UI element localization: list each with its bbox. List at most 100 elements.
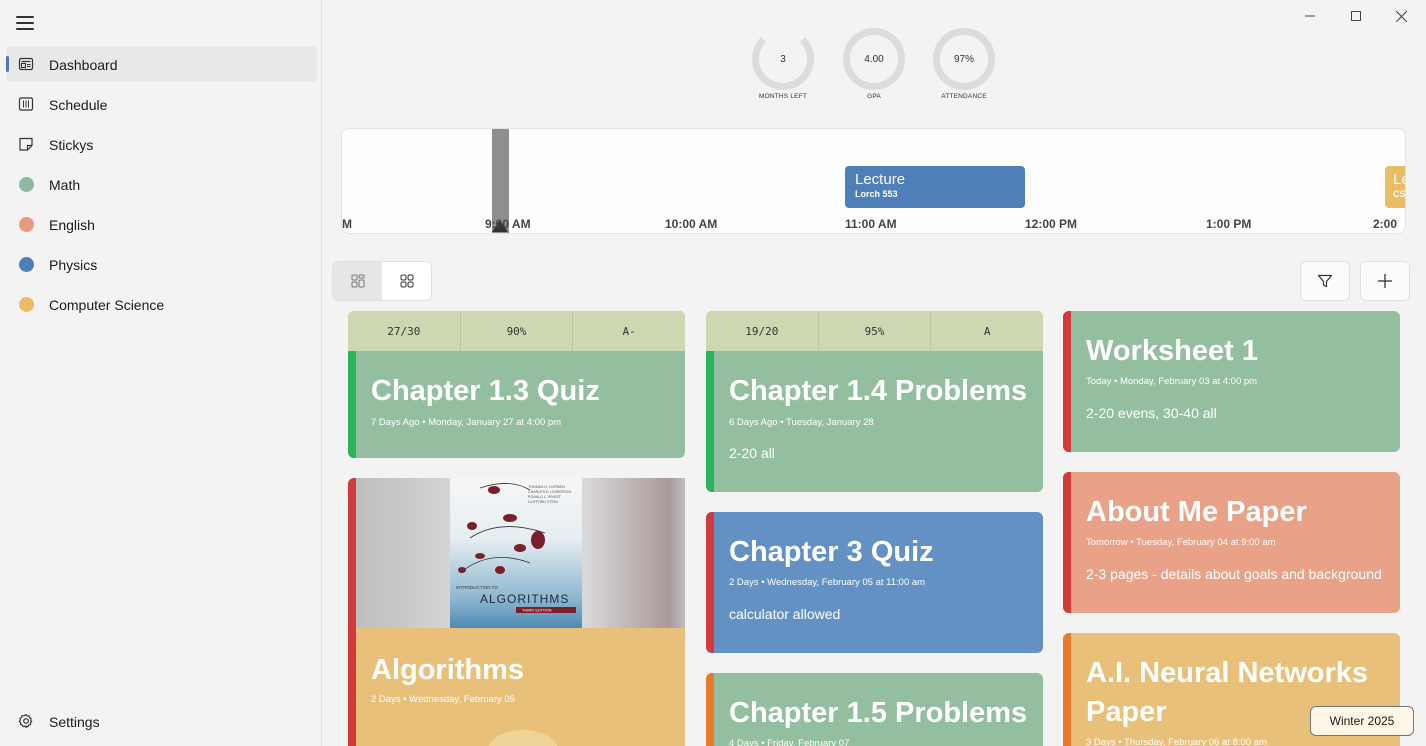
assignment-card-worksheet-1[interactable]: Worksheet 1 Today • Monday, February 03 … (1063, 311, 1400, 452)
term-badge[interactable]: Winter 2025 (1310, 706, 1414, 736)
assignment-card-chapter-1-4-problems[interactable]: 19/20 95% A Chapter 1.4 Problems 6 Days … (706, 311, 1043, 492)
timeline-tick: M (342, 217, 352, 231)
timeline-event-lecture[interactable]: Lecture Lorch 553 (845, 166, 1025, 208)
card-stripe (348, 478, 356, 746)
sidebar-item-label: Math (49, 177, 81, 193)
sidebar: Dashboard Schedule Stickys Math English … (0, 0, 322, 746)
assignment-card-chapter-1-3-quiz[interactable]: 27/30 90% A- Chapter 1.3 Quiz 7 Days Ago… (348, 311, 685, 458)
months-left-stat: 3 MONTHS LEFT (748, 28, 818, 100)
attendance-stat: 97% ATTENDANCE (929, 28, 999, 100)
calendar-icon (18, 96, 34, 112)
minimize-button[interactable] (1295, 6, 1325, 26)
card-title: Chapter 1.3 Quiz (371, 375, 600, 407)
card-meta: 3 Days • Thursday, February 06 at 8:00 a… (1086, 737, 1267, 746)
svg-text:INTRODUCTION TO: INTRODUCTION TO (456, 585, 498, 590)
event-subtitle: CS (1393, 189, 1406, 199)
svg-text:RONALD L. RIVEST: RONALD L. RIVEST (528, 495, 562, 499)
sidebar-item-label: Physics (49, 257, 98, 273)
card-meta: 2 Days • Wednesday, February 05 (371, 694, 515, 705)
score-points: 19/20 (706, 311, 819, 351)
card-description: 2-20 evens, 30-40 all (1086, 405, 1217, 421)
sidebar-item-english[interactable]: English (6, 206, 317, 242)
filter-icon (1317, 274, 1333, 288)
event-subtitle: Lorch 553 (855, 189, 898, 199)
score-row: 19/20 95% A (706, 311, 1043, 351)
grid-view-button[interactable] (382, 262, 431, 300)
sidebar-item-label: Dashboard (49, 57, 118, 73)
close-button[interactable] (1386, 6, 1416, 26)
settings-label: Settings (49, 714, 100, 730)
sidebar-item-stickys[interactable]: Stickys (6, 126, 317, 162)
card-title: Chapter 1.5 Problems (729, 697, 1028, 729)
timeline-tick: 9:00 AM (485, 217, 531, 231)
filter-button[interactable] (1300, 261, 1350, 301)
plus-icon (1378, 274, 1392, 288)
sidebar-item-dashboard[interactable]: Dashboard (6, 46, 317, 82)
add-button[interactable] (1360, 261, 1410, 301)
assignment-card-about-me-paper[interactable]: About Me Paper Tomorrow • Tuesday, Febru… (1063, 472, 1400, 613)
card-description: calculator allowed (729, 606, 841, 622)
card-decoration (488, 730, 558, 746)
sidebar-item-label: Stickys (49, 137, 94, 153)
card-description: 2-3 pages - details about goals and back… (1086, 566, 1382, 582)
card-stripe (1063, 472, 1071, 613)
card-title: About Me Paper (1086, 496, 1307, 528)
attendance-ring: 97% (933, 28, 995, 90)
sidebar-item-schedule[interactable]: Schedule (6, 86, 317, 122)
score-row: 27/30 90% A- (348, 311, 685, 351)
timeline-tick: 11:00 AM (845, 217, 897, 231)
event-title: Le (1393, 171, 1405, 188)
stat-label: MONTHS LEFT (758, 93, 808, 100)
physics-color-dot (18, 256, 34, 272)
card-title: Algorithms (371, 654, 525, 686)
svg-text:THOMAS H. CORMEN: THOMAS H. CORMEN (528, 485, 565, 489)
math-color-dot (18, 176, 34, 192)
sticky-note-icon (18, 136, 34, 152)
schedule-timeline[interactable]: M 9:00 AM 10:00 AM 11:00 AM 12:00 PM 1:0… (341, 128, 1406, 234)
timeline-tick: 12:00 PM (1025, 217, 1078, 231)
timeline-tick: 2:00 (1373, 217, 1398, 231)
gear-icon (18, 713, 34, 729)
sidebar-item-label: English (49, 217, 95, 233)
score-grade: A- (622, 324, 636, 338)
card-meta: 6 Days Ago • Tuesday, January 28 (729, 417, 874, 428)
grid-view-icon (400, 274, 413, 288)
sidebar-item-computer-science[interactable]: Computer Science (6, 286, 317, 322)
card-title: Chapter 1.4 Problems (729, 375, 1028, 407)
timeline-tick: 10:00 AM (665, 217, 718, 231)
svg-text:CLIFFORD STEIN: CLIFFORD STEIN (528, 500, 558, 504)
score-grade: A (983, 324, 991, 338)
card-stripe (1063, 633, 1071, 746)
maximize-button[interactable] (1341, 6, 1371, 26)
view-toggle[interactable] (332, 261, 432, 301)
card-title: Worksheet 1 (1086, 335, 1258, 367)
hamburger-menu-icon[interactable] (16, 16, 34, 30)
computer-science-color-dot (18, 296, 34, 312)
sidebar-item-label: Computer Science (49, 297, 165, 313)
card-meta: Tomorrow • Tuesday, February 04 at 9:00 … (1086, 537, 1276, 548)
card-stripe (706, 351, 714, 492)
months-left-ring: 3 (752, 28, 814, 90)
card-meta: 4 Days • Friday, February 07 (729, 738, 850, 746)
card-meta: 2 Days • Wednesday, February 05 at 11:00… (729, 577, 926, 588)
card-stripe (706, 673, 714, 746)
card-stripe (348, 351, 356, 458)
sidebar-item-physics[interactable]: Physics (6, 246, 317, 282)
assignment-card-chapter-1-5-problems[interactable]: Chapter 1.5 Problems 4 Days • Friday, Fe… (706, 673, 1043, 746)
card-meta: 7 Days Ago • Monday, January 27 at 4:00 … (371, 417, 562, 428)
stat-label: GPA (867, 93, 881, 100)
card-title: A.I. Neural Networks (1086, 657, 1369, 689)
svg-text:THIRD EDITION: THIRD EDITION (522, 608, 552, 613)
list-view-button[interactable] (333, 262, 382, 300)
gpa-ring: 4.00 (843, 28, 905, 90)
timeline-event-partial[interactable]: Le CS (1385, 166, 1406, 208)
event-title: Lecture (855, 171, 906, 188)
card-title: Chapter 3 Quiz (729, 536, 934, 568)
sidebar-item-settings[interactable]: Settings (6, 703, 317, 739)
sidebar-item-math[interactable]: Math (6, 166, 317, 202)
card-stripe (706, 512, 714, 653)
assignment-card-chapter-3-quiz[interactable]: Chapter 3 Quiz 2 Days • Wednesday, Febru… (706, 512, 1043, 653)
list-view-icon (351, 274, 364, 288)
score-points: 27/30 (348, 311, 461, 351)
card-stripe (1063, 311, 1071, 452)
